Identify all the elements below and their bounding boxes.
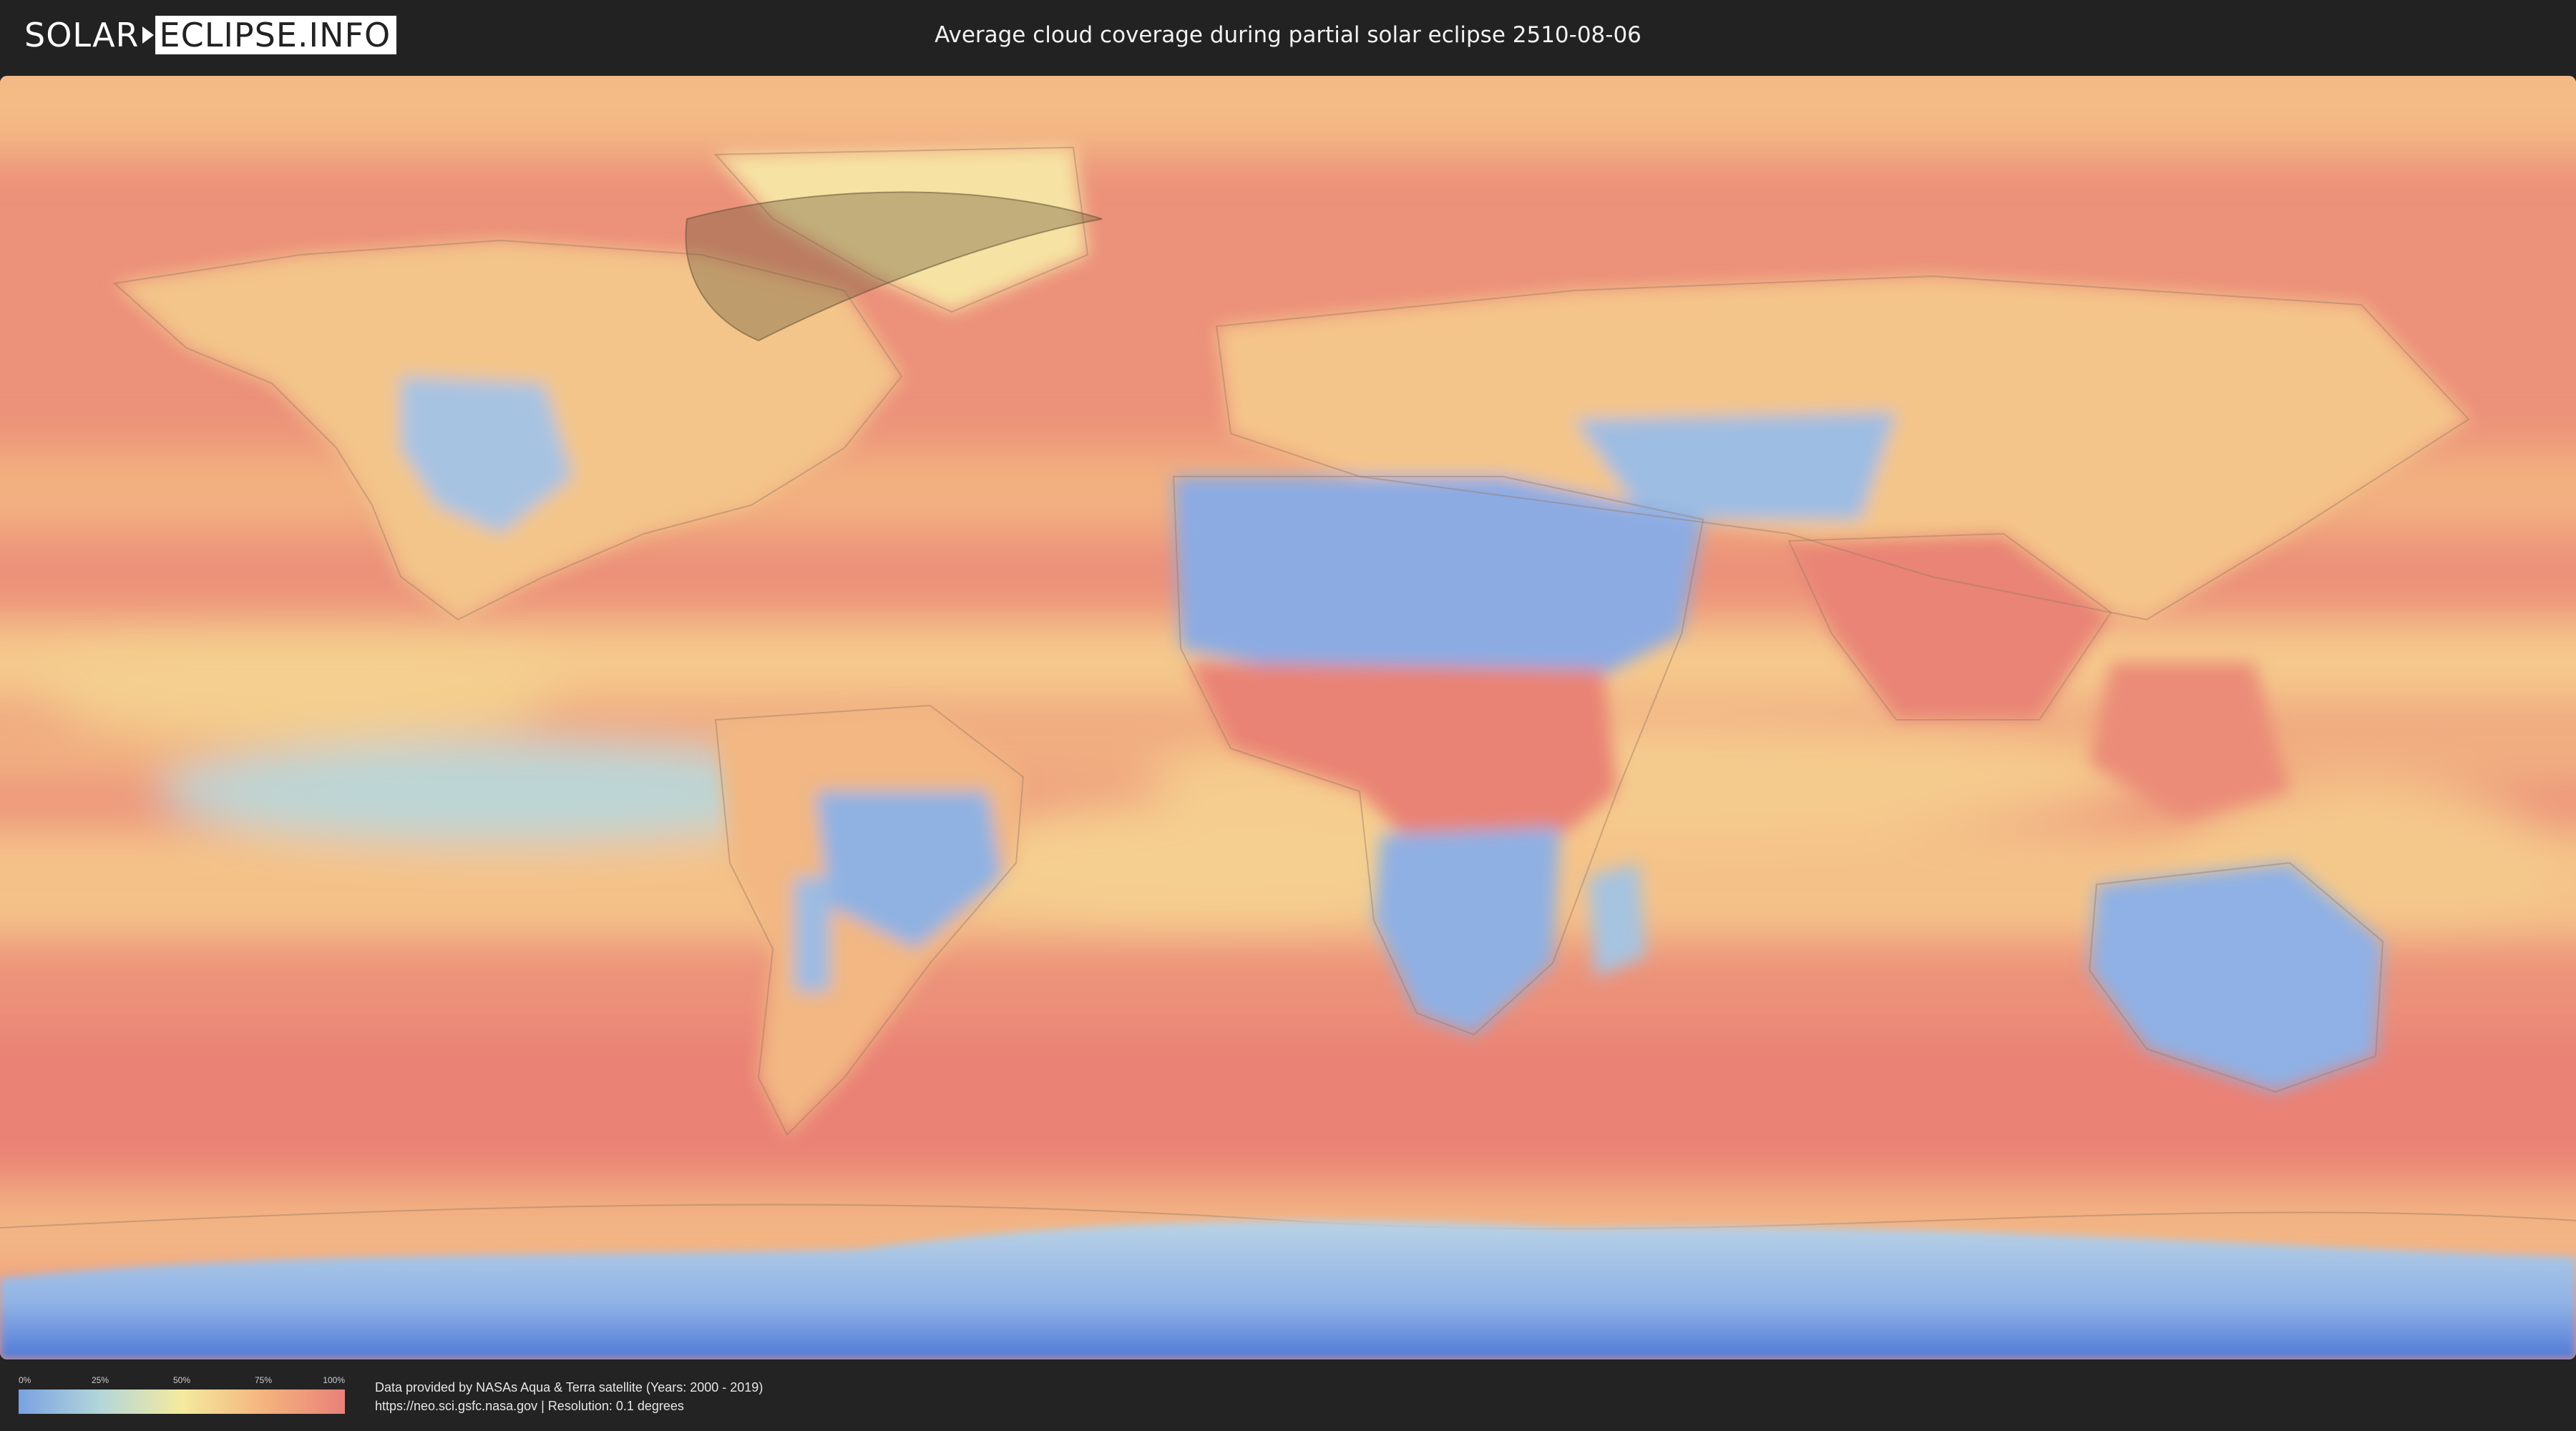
legend-tick-25: 25% — [91, 1375, 109, 1385]
cloud-coverage-map[interactable] — [0, 76, 2576, 1359]
legend-tick-50: 50% — [172, 1375, 191, 1385]
credit-line-url[interactable]: https://neo.sci.gsfc.nasa.gov | Resoluti… — [375, 1397, 763, 1415]
page-title: Average cloud coverage during partial so… — [935, 22, 1641, 48]
legend-tick-0: 0% — [19, 1375, 31, 1385]
legend-color-bar — [19, 1390, 345, 1414]
header-bar: SOLAR ECLIPSE.INFO Average cloud coverag… — [0, 0, 2576, 72]
legend-ticks: 0% 25% 50% 75% 100% — [19, 1375, 345, 1387]
world-map-svg — [0, 76, 2576, 1359]
cloud-legend: 0% 25% 50% 75% 100% — [19, 1375, 345, 1414]
credit-line-source: Data provided by NASAs Aqua & Terra sate… — [375, 1380, 763, 1395]
legend-tick-100: 100% — [323, 1375, 345, 1385]
footer-bar: 0% 25% 50% 75% 100% Data provided by NAS… — [0, 1359, 2576, 1431]
legend-tick-75: 75% — [254, 1375, 273, 1385]
data-credit: Data provided by NASAs Aqua & Terra sate… — [375, 1378, 763, 1415]
